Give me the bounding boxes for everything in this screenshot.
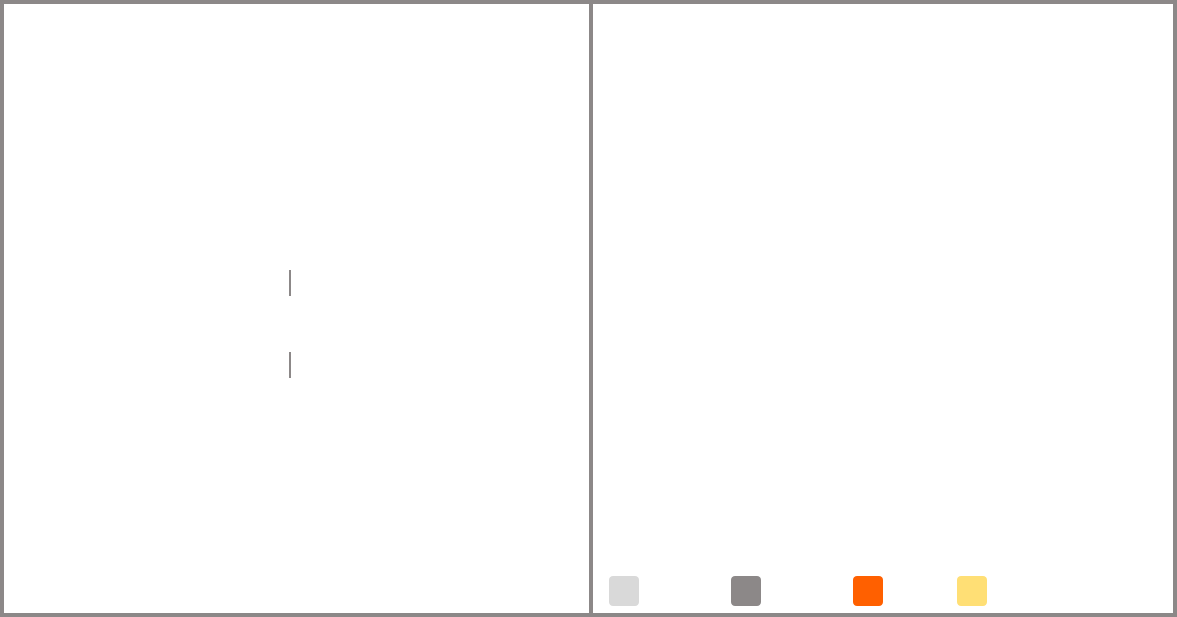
text-caret-1 — [289, 270, 291, 296]
color-swatch-light-gray[interactable] — [609, 576, 639, 606]
left-pane[interactable] — [4, 4, 589, 613]
color-swatch-yellow[interactable] — [957, 576, 987, 606]
text-caret-2 — [289, 352, 291, 378]
color-swatch-orange[interactable] — [853, 576, 883, 606]
app-frame — [0, 0, 1177, 617]
color-swatch-gray[interactable] — [731, 576, 761, 606]
right-pane[interactable] — [593, 4, 1173, 613]
